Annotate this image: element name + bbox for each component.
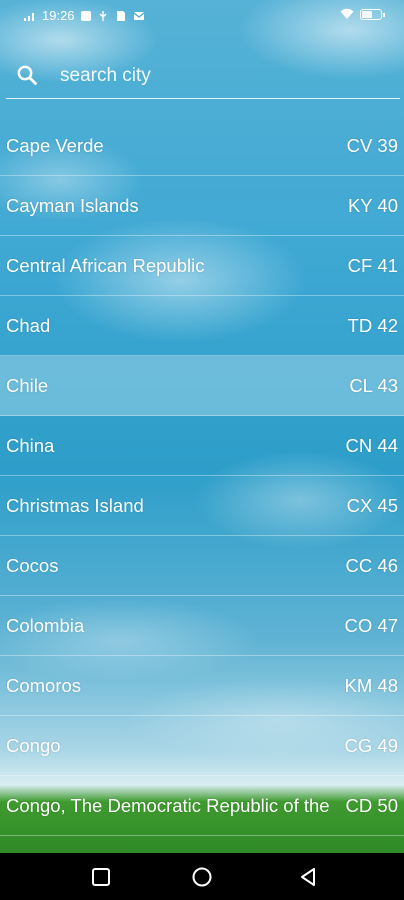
back-triangle-icon[interactable] [297, 866, 319, 888]
country-row[interactable]: Cocos CC 46 [0, 536, 404, 596]
battery-fill [362, 10, 373, 18]
country-code: TD 42 [347, 315, 398, 336]
recents-square-icon[interactable] [90, 866, 112, 888]
sim-icon [116, 10, 125, 21]
status-right [340, 8, 385, 20]
search-input[interactable] [58, 60, 382, 92]
country-row[interactable]: Comoros KM 48 [0, 656, 404, 716]
country-code: CG 49 [344, 735, 398, 756]
country-code: CF 41 [347, 255, 398, 276]
country-name: Colombia [6, 615, 85, 636]
country-code: KY 40 [347, 195, 398, 216]
wifi-icon [340, 8, 354, 19]
country-row[interactable]: Christmas Island CX 45 [0, 476, 404, 536]
country-row[interactable]: Cape Verde CV 39 [0, 116, 404, 176]
country-code: KM 48 [344, 675, 398, 696]
country-row[interactable]: Cayman Islands KY 40 [0, 176, 404, 236]
search-icon[interactable] [16, 64, 38, 86]
country-name: Cape Verde [6, 135, 104, 156]
signal-icon [24, 12, 34, 21]
country-name: Chad [6, 315, 51, 336]
notification-app-icon [80, 10, 91, 21]
country-name: Central African Republic [6, 255, 205, 276]
country-name: Cayman Islands [6, 195, 139, 216]
battery-icon [360, 8, 385, 20]
country-row[interactable]: China CN 44 [0, 416, 404, 476]
country-code: CV 39 [346, 135, 398, 156]
navigation-bar [0, 853, 404, 900]
country-list[interactable]: Cape Verde CV 39 Cayman Islands KY 40 Centra… [0, 116, 404, 836]
status-bar: 19:26 [0, 0, 404, 32]
status-time: 19:26 [42, 8, 75, 23]
status-left: 19:26 [24, 8, 145, 23]
country-code: CC 46 [345, 555, 398, 576]
country-name: Congo, The Democratic Republic of the [6, 795, 330, 816]
country-name: Comoros [6, 675, 82, 696]
country-name: Cocos [6, 555, 59, 576]
country-name: Congo [6, 735, 61, 756]
usb-icon [99, 10, 107, 21]
country-row[interactable]: Colombia CO 47 [0, 596, 404, 656]
country-code: CX 45 [346, 495, 398, 516]
country-name: China [6, 435, 55, 456]
app-screen: 19:26 Cape V [0, 0, 404, 853]
country-row[interactable]: Central African Republic CF 41 [0, 236, 404, 296]
mail-icon [133, 11, 144, 20]
country-name: Chile [6, 375, 49, 396]
country-code: CD 50 [345, 795, 398, 816]
country-row[interactable]: Congo CG 49 [0, 716, 404, 776]
country-row[interactable]: Chad TD 42 [0, 296, 404, 356]
country-row[interactable]: Congo, The Democratic Republic of the CD … [0, 776, 404, 836]
country-row[interactable]: Chile CL 43 [0, 356, 404, 416]
country-code: CO 47 [344, 615, 398, 636]
country-code: CL 43 [349, 375, 398, 396]
country-name: Christmas Island [6, 495, 144, 516]
home-circle-icon[interactable] [191, 866, 213, 888]
search-bar[interactable] [6, 52, 400, 99]
country-code: CN 44 [345, 435, 398, 456]
